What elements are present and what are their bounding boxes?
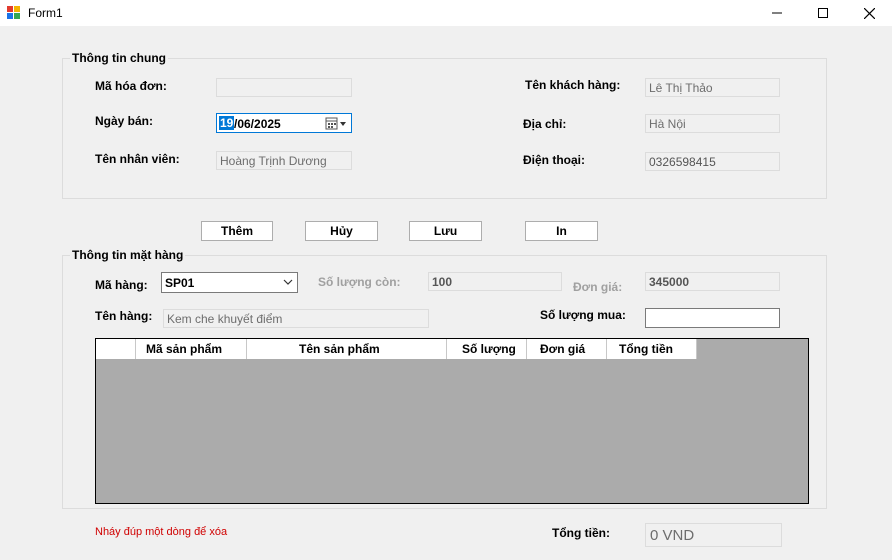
unit-price-field[interactable]: 345000 bbox=[645, 272, 780, 291]
calendar-dropdown-icon[interactable] bbox=[325, 117, 349, 130]
item-info-title: Thông tin mặt hàng bbox=[70, 248, 186, 262]
total-label: Tổng tiền: bbox=[552, 526, 610, 540]
buy-qty-input[interactable] bbox=[645, 308, 780, 328]
employee-label: Tên nhân viên: bbox=[95, 152, 180, 166]
employee-field[interactable]: Hoàng Trịnh Dương bbox=[216, 151, 352, 170]
minimize-button[interactable] bbox=[754, 0, 800, 26]
close-button[interactable] bbox=[846, 0, 892, 26]
invoice-id-field[interactable] bbox=[216, 78, 352, 97]
sale-date-rest: /06/2025 bbox=[234, 117, 281, 131]
app-form-icon bbox=[7, 6, 20, 19]
window-title: Form1 bbox=[28, 6, 63, 20]
add-button[interactable]: Thêm bbox=[201, 221, 273, 241]
stock-field[interactable]: 100 bbox=[428, 272, 562, 291]
item-name-field[interactable]: Kem che khuyết điểm bbox=[163, 309, 429, 328]
customer-field[interactable]: Lê Thị Thảo bbox=[645, 78, 780, 97]
sale-date-picker[interactable]: 19 /06/2025 bbox=[216, 113, 352, 133]
phone-field[interactable]: 0326598415 bbox=[645, 152, 780, 171]
item-code-label: Mã hàng: bbox=[95, 278, 148, 292]
grid-col-product-name[interactable]: Tên sản phẩm bbox=[247, 339, 447, 359]
total-field[interactable]: 0 VND bbox=[645, 523, 782, 547]
chevron-down-icon bbox=[283, 279, 293, 285]
buy-qty-label: Số lượng mua: bbox=[540, 308, 626, 322]
item-code-combobox[interactable]: SP01 bbox=[161, 272, 298, 293]
minimize-icon bbox=[772, 12, 782, 14]
general-info-title: Thông tin chung bbox=[70, 51, 168, 65]
product-grid[interactable]: Mã sản phẩm Tên sản phẩm Số lượng Đơn gi… bbox=[95, 338, 809, 504]
grid-col-total[interactable]: Tổng tiền bbox=[607, 339, 697, 359]
sale-date-label: Ngày bán: bbox=[95, 114, 154, 128]
stock-label: Số lượng còn: bbox=[318, 275, 401, 289]
grid-col-quantity[interactable]: Số lượng bbox=[447, 339, 527, 359]
address-field[interactable]: Hà Nội bbox=[645, 114, 780, 133]
unit-price-label: Đơn giá: bbox=[573, 280, 623, 294]
grid-header: Mã sản phẩm Tên sản phẩm Số lượng Đơn gi… bbox=[96, 339, 697, 359]
maximize-icon bbox=[818, 8, 828, 18]
grid-col-product-code[interactable]: Mã sản phẩm bbox=[136, 339, 247, 359]
print-button[interactable]: In bbox=[525, 221, 598, 241]
customer-label: Tên khách hàng: bbox=[525, 78, 621, 92]
title-bar: Form1 bbox=[0, 0, 892, 26]
item-name-label: Tên hàng: bbox=[95, 309, 153, 323]
address-label: Địa chỉ: bbox=[523, 117, 567, 131]
sale-date-day: 19 bbox=[219, 116, 235, 130]
close-icon bbox=[863, 7, 875, 19]
phone-label: Điện thoại: bbox=[523, 153, 585, 167]
delete-hint-text: Nháy đúp một dòng để xóa bbox=[95, 526, 228, 538]
grid-row-header[interactable] bbox=[96, 339, 136, 359]
save-button[interactable]: Lưu bbox=[409, 221, 482, 241]
item-code-value: SP01 bbox=[165, 276, 195, 290]
invoice-id-label: Mã hóa đơn: bbox=[95, 79, 167, 93]
grid-col-unit-price[interactable]: Đơn giá bbox=[527, 339, 607, 359]
cancel-button[interactable]: Hủy bbox=[305, 221, 378, 241]
maximize-button[interactable] bbox=[800, 0, 846, 26]
